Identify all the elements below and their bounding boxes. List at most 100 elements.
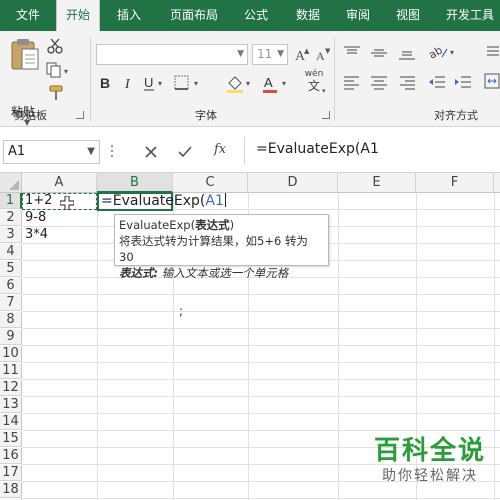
gridline xyxy=(22,413,500,414)
row-header[interactable]: 1 xyxy=(0,193,22,209)
gridline xyxy=(494,193,495,500)
increase-indent-icon[interactable] xyxy=(454,74,472,93)
column-header-a[interactable]: A xyxy=(22,173,97,193)
fill-color-icon[interactable]: ▾ xyxy=(226,74,256,97)
tab-insert[interactable]: 插入 xyxy=(106,0,152,31)
font-size-combo[interactable]: 11 ▼ xyxy=(252,44,288,65)
align-top-icon[interactable] xyxy=(343,45,361,64)
phonetic-guide-icon[interactable]: wén 文 ▾ xyxy=(302,70,326,96)
tab-developer[interactable]: 开发工具 xyxy=(440,0,500,31)
tooltip-param-desc: 输入文本或选一个单元格 xyxy=(158,266,289,280)
cancel-icon[interactable] xyxy=(142,143,160,161)
cell-a3[interactable]: 3*4 xyxy=(22,227,48,243)
row-header[interactable]: 13 xyxy=(0,397,22,413)
svg-text:ab: ab xyxy=(428,44,445,61)
watermark-logo: 百科全说 助你轻松解决 xyxy=(368,435,492,495)
font-group-label: 字体 xyxy=(195,109,217,122)
cell-b1-editing[interactable]: =EvaluateExp(A1 xyxy=(101,193,226,209)
tooltip-close: ) xyxy=(229,218,235,232)
tab-view[interactable]: 视图 xyxy=(386,0,430,31)
tooltip-param[interactable]: 表达式 xyxy=(195,218,230,232)
row-header[interactable]: 14 xyxy=(0,414,22,430)
name-box[interactable]: A1 ▼ xyxy=(3,140,100,164)
gridline xyxy=(22,362,500,363)
gridline xyxy=(97,193,98,500)
increase-font-icon[interactable]: A ▲ xyxy=(294,45,310,66)
column-header-g[interactable] xyxy=(494,173,500,193)
alignment-group-label: 对齐方式 xyxy=(434,109,478,122)
tab-page-layout[interactable]: 页面布局 xyxy=(160,0,228,31)
align-right-icon[interactable] xyxy=(398,74,416,93)
clipboard-dialog-launcher-icon[interactable] xyxy=(76,111,84,119)
row-header[interactable]: 17 xyxy=(0,465,22,481)
row-header[interactable]: 4 xyxy=(0,244,22,260)
chevron-down-icon: ▼ xyxy=(87,146,95,157)
group-separator xyxy=(334,37,335,121)
column-header-c[interactable]: C xyxy=(173,173,248,193)
row-header[interactable]: 6 xyxy=(0,278,22,294)
row-header[interactable]: 9 xyxy=(0,329,22,345)
cut-icon[interactable] xyxy=(47,38,63,57)
align-middle-icon[interactable] xyxy=(370,45,388,64)
column-header-e[interactable]: E xyxy=(338,173,416,193)
wrap-text-icon[interactable] xyxy=(486,44,500,63)
row-header[interactable]: 2 xyxy=(0,210,22,226)
row-header[interactable]: 10 xyxy=(0,346,22,362)
font-color-icon[interactable]: A ▾ xyxy=(262,74,292,97)
copy-icon[interactable]: ▾ xyxy=(46,62,72,81)
format-painter-icon[interactable] xyxy=(47,85,65,104)
decrease-indent-icon[interactable] xyxy=(428,74,446,93)
borders-icon[interactable]: ▾ xyxy=(174,74,204,95)
svg-text:▾: ▾ xyxy=(282,79,286,88)
svg-text:▼: ▼ xyxy=(325,47,331,55)
select-all-button[interactable] xyxy=(0,173,22,193)
column-header-b[interactable]: B xyxy=(97,173,173,193)
paste-button[interactable] xyxy=(10,37,40,74)
svg-text:▾: ▾ xyxy=(64,67,68,76)
font-size-value: 11 xyxy=(257,47,273,61)
svg-text:U: U xyxy=(144,75,153,90)
column-header-d[interactable]: D xyxy=(248,173,338,193)
row-header[interactable]: 3 xyxy=(0,227,22,243)
gridline xyxy=(22,311,500,312)
orientation-icon[interactable]: ab ▾ xyxy=(426,43,458,64)
tab-formulas[interactable]: 公式 xyxy=(234,0,278,31)
gridline xyxy=(22,345,500,346)
italic-icon[interactable]: I xyxy=(122,74,136,95)
row-header[interactable]: 7 xyxy=(0,295,22,311)
font-name-combo[interactable]: ▼ xyxy=(96,44,248,65)
bold-icon[interactable]: B xyxy=(98,74,112,95)
tab-data[interactable]: 数据 xyxy=(286,0,330,31)
svg-text:A: A xyxy=(264,75,273,90)
chevron-down-icon: ▼ xyxy=(277,49,284,59)
row-header[interactable]: 12 xyxy=(0,380,22,396)
clipboard-group-label: 剪贴板 xyxy=(14,109,47,122)
divider xyxy=(244,137,245,165)
enter-check-icon[interactable] xyxy=(176,143,194,161)
decrease-font-icon[interactable]: A ▼ xyxy=(315,45,331,66)
align-bottom-icon[interactable] xyxy=(398,45,416,64)
move-cursor-icon xyxy=(59,195,75,213)
row-header[interactable]: 16 xyxy=(0,448,22,464)
clipboard-icon xyxy=(11,39,39,70)
column-header-f[interactable]: F xyxy=(416,173,494,193)
underline-icon[interactable]: U ▾ xyxy=(142,74,168,95)
font-dialog-launcher-icon[interactable] xyxy=(322,111,330,119)
formula-input[interactable]: =EvaluateExp(A1 xyxy=(256,141,379,157)
row-header[interactable]: 15 xyxy=(0,431,22,447)
row-header[interactable]: 8 xyxy=(0,312,22,328)
align-center-icon[interactable] xyxy=(370,74,388,93)
row-header[interactable]: 5 xyxy=(0,261,22,277)
resize-handle-icon[interactable] xyxy=(111,145,114,159)
svg-text:▾: ▾ xyxy=(450,48,454,57)
tab-file[interactable]: 文件 xyxy=(0,0,56,31)
align-left-icon[interactable] xyxy=(343,74,361,93)
svg-text:▲: ▲ xyxy=(304,47,310,55)
merge-center-icon[interactable] xyxy=(484,72,500,93)
row-header[interactable]: 11 xyxy=(0,363,22,379)
insert-function-button[interactable]: fx xyxy=(214,142,226,157)
cell-a2[interactable]: 9-8 xyxy=(22,210,46,226)
row-header[interactable]: 18 xyxy=(0,482,22,498)
tab-home[interactable]: 开始 xyxy=(56,0,100,32)
tab-review[interactable]: 审阅 xyxy=(336,0,380,31)
